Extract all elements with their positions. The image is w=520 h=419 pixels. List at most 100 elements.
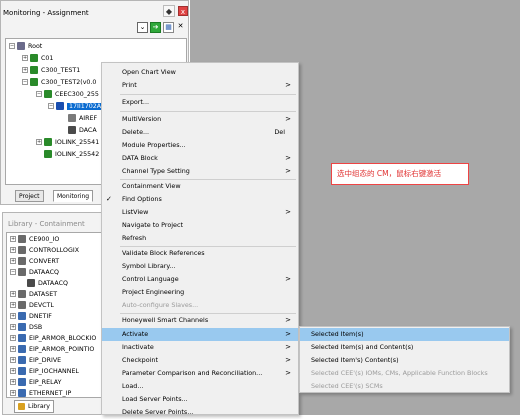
menu-item-data-block[interactable]: DATA Block >: [102, 152, 298, 165]
tree-item[interactable]: − CEEC300_255: [36, 90, 99, 100]
library-item[interactable]: + DNETIF: [10, 312, 52, 322]
close-small-icon[interactable]: ✕: [175, 22, 186, 33]
folder-icon: [18, 323, 26, 331]
tree-item[interactable]: + C01: [22, 54, 53, 64]
expand-icon[interactable]: +: [22, 67, 28, 73]
menu-item-validate-block-references[interactable]: Validate Block References: [102, 247, 298, 260]
chevron-right-icon: >: [285, 81, 291, 89]
tree-item[interactable]: DACA: [68, 126, 97, 136]
library-item[interactable]: + EIP_IOCHANNEL: [10, 367, 79, 377]
library-item[interactable]: − DATAACQ: [10, 268, 59, 278]
expand-icon[interactable]: +: [22, 55, 28, 61]
checkmark-icon: ✓: [106, 195, 112, 203]
menu-separator: [120, 94, 296, 95]
menu-item-navigate-to-project[interactable]: Navigate to Project: [102, 219, 298, 232]
block-icon: [68, 126, 76, 134]
library-item[interactable]: + EIP_ARMOR_BLOCKIO: [10, 334, 96, 344]
folder-icon: [18, 356, 26, 364]
tree-item[interactable]: − Root: [9, 42, 42, 52]
menu-item-symbol-library[interactable]: Symbol Library...: [102, 260, 298, 273]
submenu-item-selected-items-and-contents[interactable]: Selected Item(s) and Content(s): [300, 341, 509, 354]
menu-item-parameter-comparison[interactable]: Parameter Comparison and Reconciliation.…: [102, 367, 298, 380]
menu-item-containment-view[interactable]: Containment View: [102, 180, 298, 193]
collapse-icon[interactable]: −: [22, 79, 28, 85]
menu-item-control-language[interactable]: Control Language >: [102, 273, 298, 286]
library-item[interactable]: + DATASET: [10, 290, 57, 300]
menu-item-export[interactable]: Export...: [102, 96, 298, 109]
library-item[interactable]: + ETHERNET_IP: [10, 389, 71, 397]
tab-project[interactable]: Project: [15, 190, 44, 202]
tab-library[interactable]: Library: [14, 400, 55, 413]
menu-item-delete-server-points[interactable]: Delete Server Points...: [102, 406, 298, 419]
pin-icon[interactable]: ◆: [163, 5, 175, 17]
menu-item-inactivate[interactable]: Inactivate >: [102, 341, 298, 354]
assignment-panel-title: Monitoring - Assignment: [3, 9, 89, 17]
menu-item-load-server-points[interactable]: Load Server Points...: [102, 393, 298, 406]
library-item[interactable]: + DEVCTL: [10, 301, 54, 311]
library-item[interactable]: + CONTROLLOGIX: [10, 246, 79, 256]
menu-item-module-properties[interactable]: Module Properties...: [102, 139, 298, 152]
tree-item[interactable]: + IOLINK_25541: [36, 138, 99, 148]
menu-item-project-engineering[interactable]: Project Engineering: [102, 286, 298, 299]
menu-item-activate[interactable]: Activate >: [102, 328, 298, 341]
collapse-icon[interactable]: −: [48, 103, 54, 109]
library-item[interactable]: + EIP_RELAY: [10, 378, 61, 388]
menu-item-auto-configure-slaves: Auto-configure Slaves...: [122, 301, 199, 309]
submenu-item-selected-cee-ioms: Selected CEE'(s) IOMs, CMs, Applicable F…: [311, 369, 488, 377]
folder-icon: [18, 290, 26, 298]
annotation-callout: 选中组态的 CM，鼠标右键激活: [331, 163, 469, 185]
tree-item[interactable]: − C300_TEST2(v0.0: [22, 78, 96, 88]
library-icon: [18, 402, 25, 410]
library-item[interactable]: + CONVERT: [10, 257, 59, 267]
folder-icon: [18, 257, 26, 265]
chevron-right-icon: >: [285, 208, 291, 216]
chevron-right-icon: >: [285, 330, 291, 338]
submenu-item-selected-items-contents[interactable]: Selected Item's) Content(s): [300, 354, 509, 367]
library-item[interactable]: + EIP_DRIVE: [10, 356, 61, 366]
tree-item[interactable]: + C300_TEST1: [22, 66, 80, 76]
block-icon: [68, 114, 76, 122]
library-panel-title: Library - Containment: [8, 220, 85, 228]
tree-item-selected[interactable]: −17II1702A: [48, 102, 104, 112]
menu-item-delete[interactable]: Delete... Del: [102, 126, 298, 139]
iolink-icon: [44, 138, 52, 146]
expand-icon[interactable]: +: [36, 139, 42, 145]
context-menu: Open Chart View Print > Export... MultiVe…: [101, 62, 299, 416]
menu-item-open-chart-view[interactable]: Open Chart View: [102, 66, 298, 79]
collapse-icon[interactable]: −: [9, 43, 15, 49]
submenu-item-selected-items[interactable]: Selected Item(s): [300, 328, 509, 341]
controller-icon: [30, 66, 38, 74]
grid-view-icon[interactable]: ▦: [163, 22, 174, 33]
menu-item-listview[interactable]: ListView >: [102, 206, 298, 219]
folder-icon: [18, 301, 26, 309]
folder-icon: [18, 235, 26, 243]
library-item[interactable]: + CE900_IO: [10, 235, 59, 245]
chevron-right-icon: >: [285, 275, 291, 283]
folder-icon: [18, 367, 26, 375]
menu-item-honeywell-smart-channels[interactable]: Honeywell Smart Channels >: [102, 314, 298, 327]
library-item[interactable]: DATAACQ: [27, 279, 68, 289]
cm-icon: [56, 102, 64, 110]
close-icon[interactable]: x: [178, 6, 188, 16]
menu-item-print[interactable]: Print >: [102, 79, 298, 92]
chevron-right-icon: >: [285, 369, 291, 377]
tree-item[interactable]: IOLINK_25542: [44, 150, 99, 160]
library-item[interactable]: + EIP_ARMOR_POINTIO: [10, 345, 94, 355]
chevron-down-icon[interactable]: ⌄: [137, 22, 148, 33]
menu-item-refresh[interactable]: Refresh: [102, 232, 298, 245]
activate-submenu: Selected Item(s) Selected Item(s) and Co…: [299, 326, 510, 393]
tree-item[interactable]: AIREF: [68, 114, 97, 124]
menu-item-multiversion[interactable]: MultiVersion >: [102, 113, 298, 126]
menu-item-channel-type-setting[interactable]: Channel Type Setting >: [102, 165, 298, 178]
folder-icon: [18, 334, 26, 342]
collapse-icon[interactable]: −: [36, 91, 42, 97]
tab-monitoring[interactable]: Monitoring: [53, 190, 94, 202]
menu-item-checkpoint[interactable]: Checkpoint >: [102, 354, 298, 367]
menu-item-find-options[interactable]: ✓ Find Options: [102, 193, 298, 206]
block-icon: [27, 279, 35, 287]
menu-separator: [120, 111, 296, 112]
library-item[interactable]: + DSB: [10, 323, 42, 333]
iolink-icon: [44, 150, 52, 158]
menu-item-load[interactable]: Load...: [102, 380, 298, 393]
go-arrow-icon[interactable]: ➔: [150, 22, 161, 33]
